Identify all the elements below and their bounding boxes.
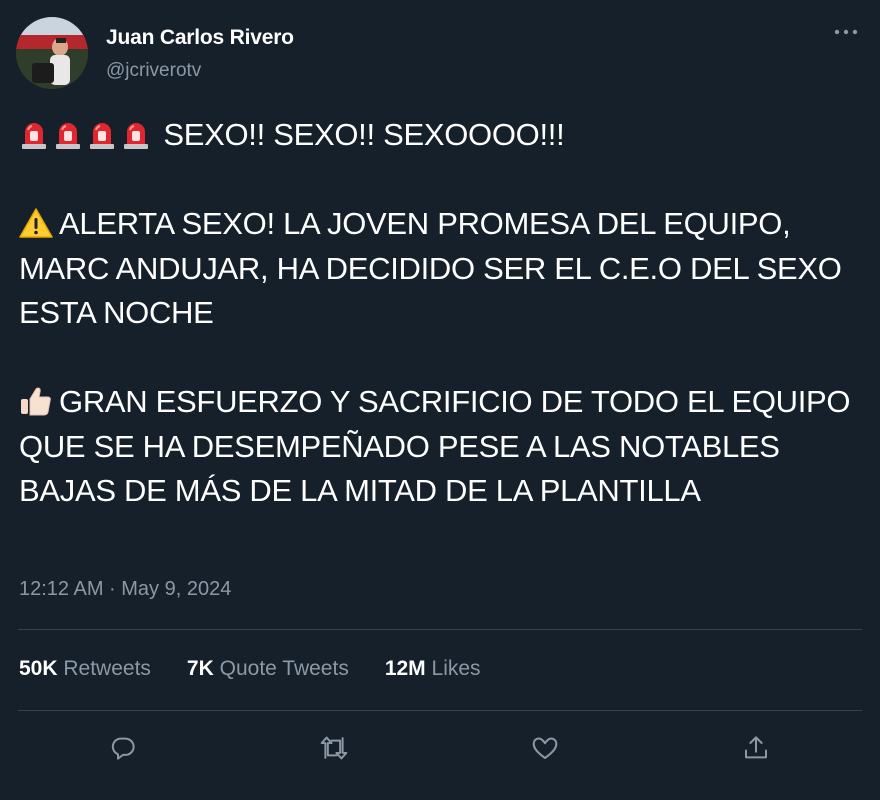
- police-car-light-emoji: [19, 117, 155, 152]
- quote-tweets-count: 7K: [186, 657, 214, 680]
- tweet-timestamp[interactable]: 12:12 AM · May 9, 2024: [19, 578, 231, 601]
- warning-emoji: [19, 208, 53, 238]
- divider: [18, 629, 862, 630]
- tweet-paragraph-3-text: GRAN ESFUERZO Y SACRIFICIO DE TODO EL EQ…: [19, 384, 851, 508]
- more-options-icon[interactable]: [832, 20, 860, 44]
- tweet-detail: Juan Carlos Rivero @jcriverotv SEXO!! SE…: [0, 0, 880, 800]
- retweets-stat[interactable]: 50K Retweets: [19, 657, 151, 681]
- divider: [18, 710, 862, 711]
- likes-label: Likes: [431, 657, 481, 680]
- quote-tweets-stat[interactable]: 7K Quote Tweets: [187, 657, 349, 681]
- retweets-count: 50K: [19, 657, 58, 680]
- tweet-text: SEXO!! SEXO!! SEXOOOO!!! ALERTA SEXO! LA…: [19, 113, 859, 514]
- tweet-paragraph-2-text: ALERTA SEXO! LA JOVEN PROMESA DEL EQUIPO…: [19, 206, 842, 330]
- reply-icon[interactable]: [101, 726, 145, 770]
- author-handle[interactable]: @jcriverotv: [106, 60, 201, 82]
- tweet-paragraph-3: GRAN ESFUERZO Y SACRIFICIO DE TODO EL EQ…: [19, 380, 859, 514]
- likes-stat[interactable]: 12M Likes: [385, 657, 481, 681]
- retweet-icon[interactable]: [312, 726, 356, 770]
- quote-tweets-label: Quote Tweets: [219, 657, 349, 680]
- author-name[interactable]: Juan Carlos Rivero: [106, 26, 294, 50]
- avatar[interactable]: [16, 17, 88, 89]
- engagement-stats: 50K Retweets 7K Quote Tweets 12M Likes: [19, 657, 517, 681]
- likes-count: 12M: [384, 657, 426, 680]
- like-icon[interactable]: [523, 726, 567, 770]
- thumbs-up-emoji: [21, 387, 51, 416]
- tweet-line-1: SEXO!! SEXO!! SEXOOOO!!!: [19, 113, 859, 158]
- action-bar: [0, 726, 880, 770]
- share-icon[interactable]: [734, 726, 778, 770]
- retweets-label: Retweets: [63, 657, 151, 680]
- tweet-paragraph-2: ALERTA SEXO! LA JOVEN PROMESA DEL EQUIPO…: [19, 202, 859, 336]
- tweet-line-1-text: SEXO!! SEXO!! SEXOOOO!!!: [163, 117, 565, 152]
